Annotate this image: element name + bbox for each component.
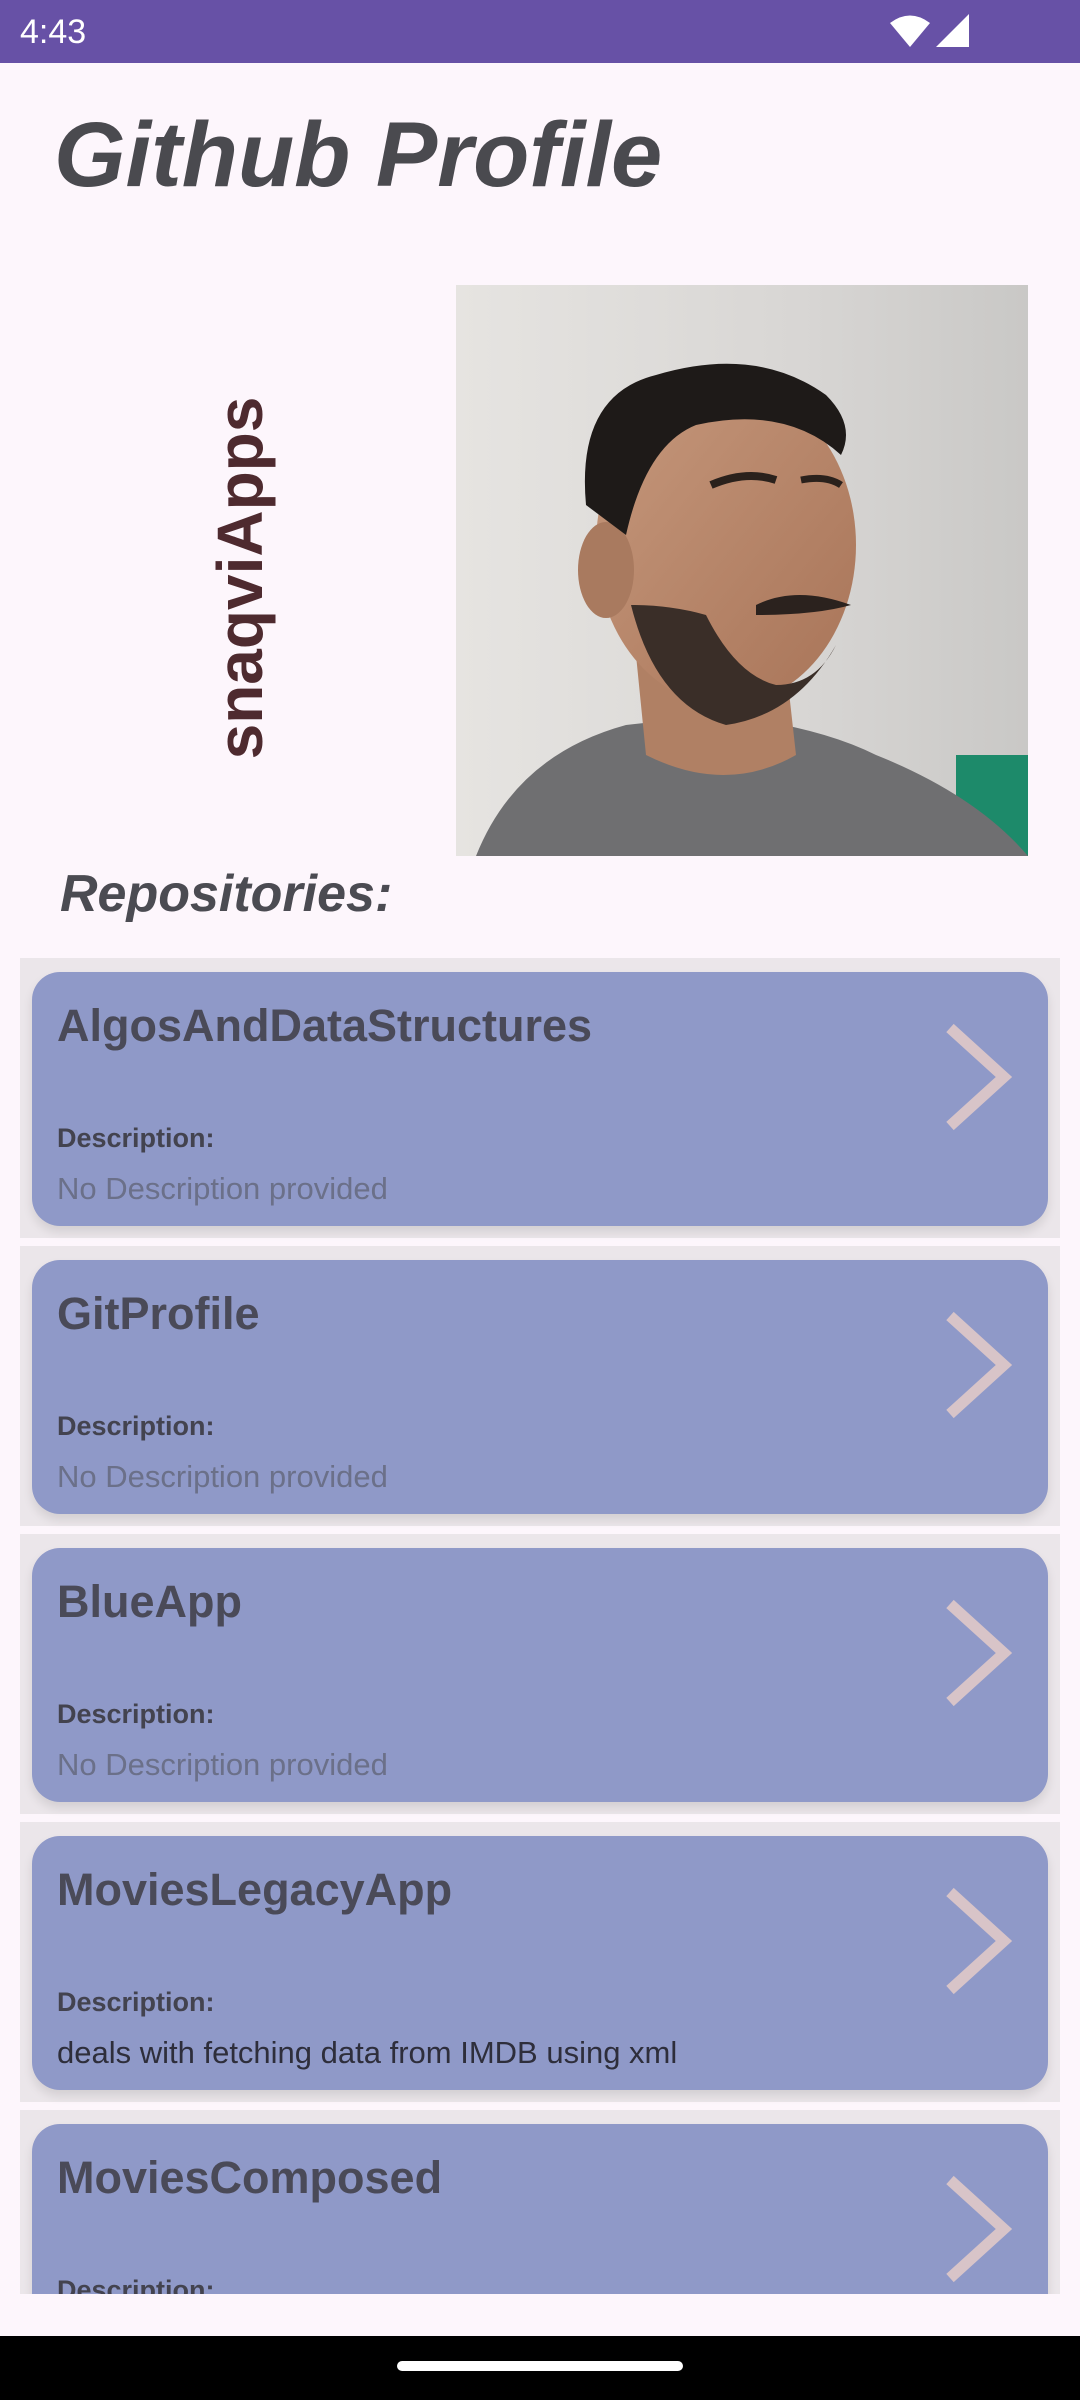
repository-list[interactable]: AlgosAndDataStructures Description: No D… bbox=[0, 958, 1080, 2294]
repo-description-label: Description: bbox=[57, 1699, 215, 1729]
navigation-bar bbox=[0, 2336, 1080, 2400]
repo-item[interactable]: GitProfile Description: No Description p… bbox=[20, 1246, 1060, 1526]
repo-item[interactable]: AlgosAndDataStructures Description: No D… bbox=[20, 958, 1060, 1238]
repo-card[interactable]: BlueApp Description: No Description prov… bbox=[32, 1548, 1048, 1802]
repo-name: BlueApp bbox=[57, 1576, 242, 1627]
page-title: Github Profile bbox=[54, 104, 663, 206]
repo-card[interactable]: GitProfile Description: No Description p… bbox=[32, 1260, 1048, 1514]
status-time: 4:43 bbox=[20, 13, 87, 51]
repo-name: MoviesLegacyApp bbox=[57, 1864, 453, 1915]
status-bar: 4:43 bbox=[0, 0, 1080, 63]
repo-card[interactable]: MoviesLegacyApp Description: deals with … bbox=[32, 1836, 1048, 2090]
profile-username: snaqviApps bbox=[204, 396, 276, 760]
repo-description-label: Description: bbox=[57, 1411, 215, 1441]
repo-item[interactable]: MoviesLegacyApp Description: deals with … bbox=[20, 1822, 1060, 2102]
home-gesture-handle[interactable] bbox=[397, 2361, 683, 2371]
chevron-right-icon[interactable] bbox=[942, 2174, 1012, 2284]
repo-item[interactable]: MoviesComposed Description: bbox=[20, 2110, 1060, 2294]
repo-item[interactable]: BlueApp Description: No Description prov… bbox=[20, 1534, 1060, 1814]
repo-description-label: Description: bbox=[57, 1987, 215, 2017]
signal-icon bbox=[936, 14, 969, 47]
wifi-icon bbox=[890, 15, 930, 47]
repo-description: No Description provided bbox=[57, 1459, 388, 1494]
chevron-right-icon[interactable] bbox=[942, 1310, 1012, 1420]
repo-description: No Description provided bbox=[57, 1171, 388, 1206]
chevron-right-icon[interactable] bbox=[942, 1886, 1012, 1996]
repo-card[interactable]: MoviesComposed Description: bbox=[32, 2124, 1048, 2294]
status-icons bbox=[884, 14, 970, 48]
repo-description: No Description provided bbox=[57, 1747, 388, 1782]
repo-description-label: Description: bbox=[57, 1123, 215, 1153]
repositories-heading: Repositories: bbox=[60, 865, 393, 923]
chevron-right-icon[interactable] bbox=[942, 1598, 1012, 1708]
repo-card[interactable]: AlgosAndDataStructures Description: No D… bbox=[32, 972, 1048, 1226]
repo-name: MoviesComposed bbox=[57, 2152, 443, 2203]
repo-name: AlgosAndDataStructures bbox=[57, 1000, 593, 1051]
avatar bbox=[456, 285, 1028, 856]
chevron-right-icon[interactable] bbox=[942, 1022, 1012, 1132]
repo-description: deals with fetching data from IMDB using… bbox=[57, 2035, 678, 2070]
repo-description-label: Description: bbox=[57, 2275, 215, 2294]
repo-name: GitProfile bbox=[57, 1288, 260, 1339]
